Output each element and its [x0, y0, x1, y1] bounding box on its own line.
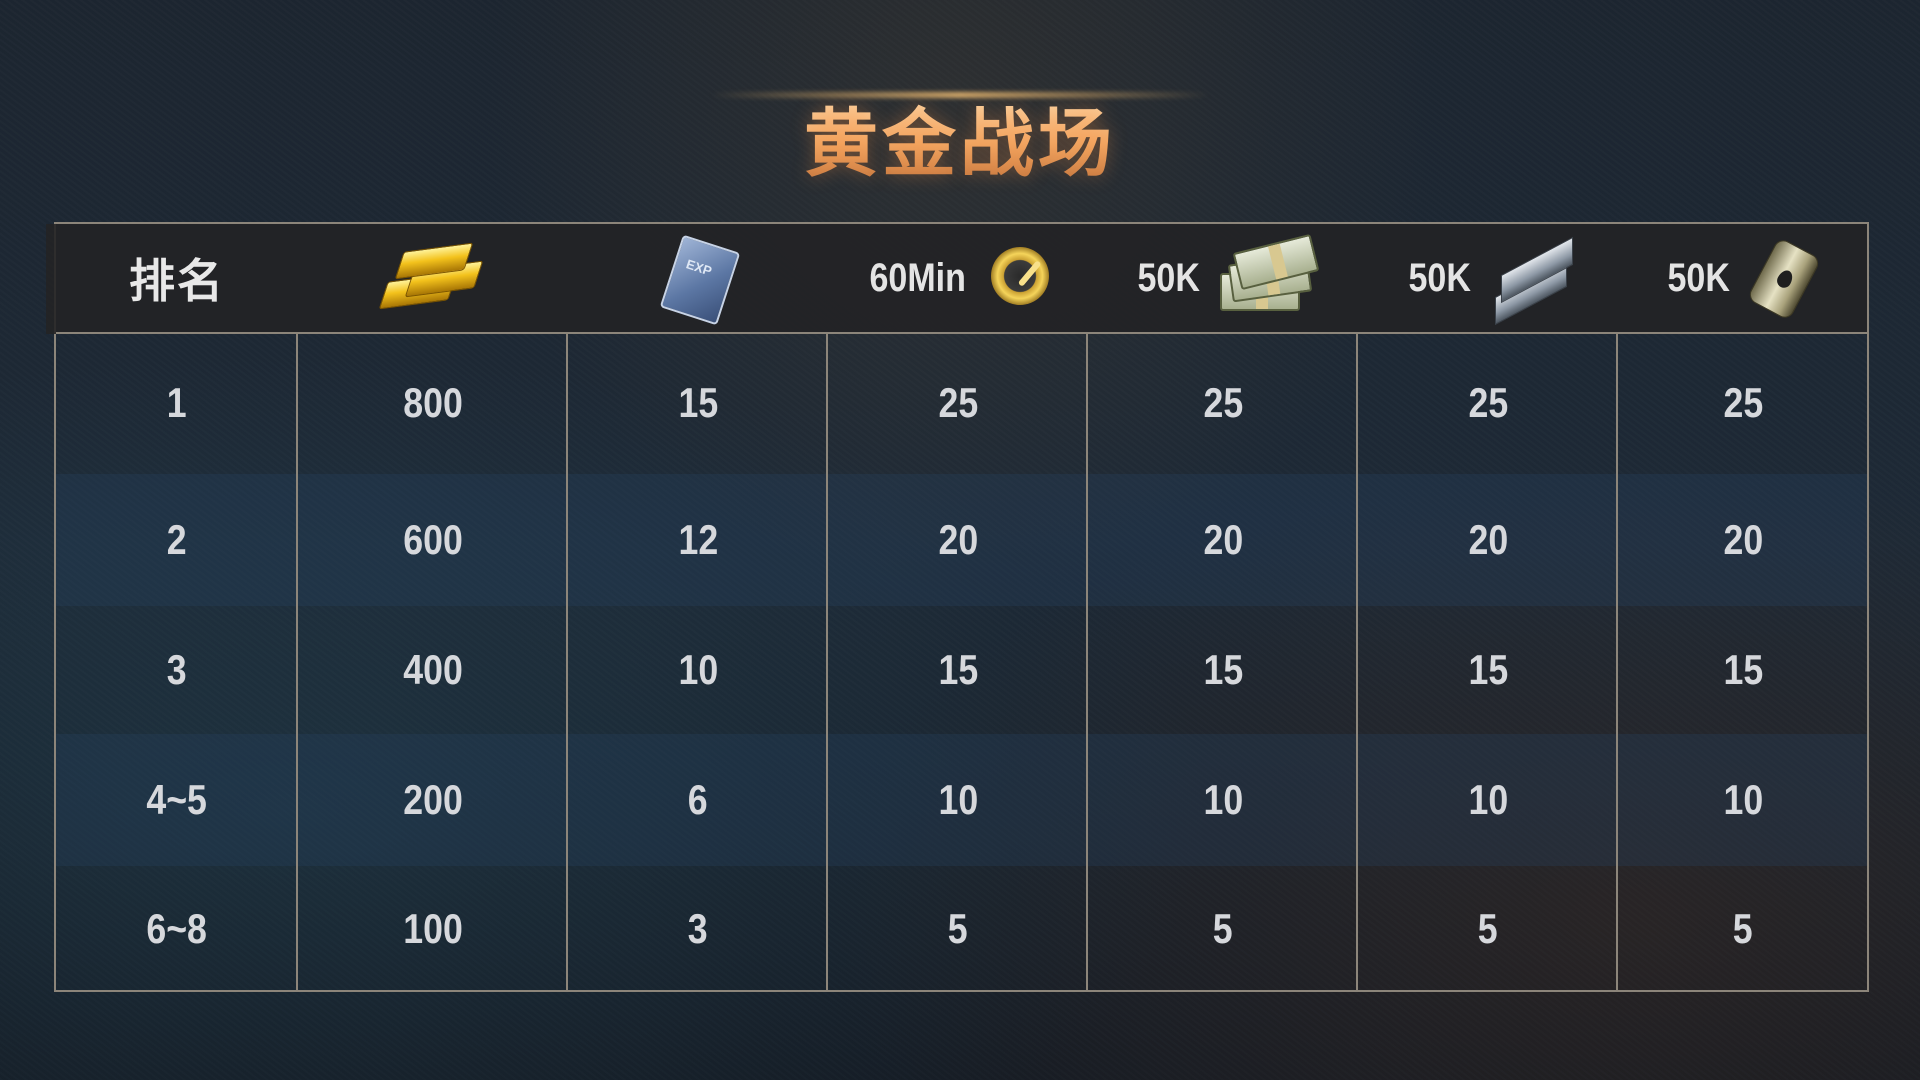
header-oil-label: 50K	[1667, 255, 1731, 300]
steel-cell: 20	[1468, 516, 1508, 563]
header-steel-label: 50K	[1408, 255, 1472, 300]
gold-cell: 400	[403, 646, 463, 693]
page-title: 黄金战场	[804, 84, 1116, 191]
exp-cell: 10	[678, 646, 718, 693]
gold-cell: 200	[403, 776, 463, 823]
column-divider	[566, 332, 568, 992]
table-row: 4~5 200 6 10 10 10 10	[56, 734, 1867, 866]
exp-cell: 3	[688, 905, 708, 952]
column-divider	[1356, 332, 1358, 992]
header-cash: 50K	[1088, 224, 1358, 332]
steel-cell: 5	[1478, 905, 1498, 952]
steel-cell: 25	[1468, 379, 1508, 426]
title-area: 黄金战场	[0, 70, 1920, 187]
cash-cell: 15	[1203, 646, 1243, 693]
cash-stack-icon	[1219, 233, 1320, 317]
table-row: 1 800 15 25 25 25 25	[56, 332, 1867, 474]
gold-cell: 100	[403, 905, 463, 952]
table-row: 6~8 100 3 5 5 5 5	[56, 866, 1867, 992]
oil-barrel-icon	[1746, 236, 1824, 322]
gold-cell: 600	[403, 516, 463, 563]
exp-cell: 15	[678, 379, 718, 426]
boost-cell: 25	[938, 379, 978, 426]
table-row: 3 400 10 15 15 15 15	[56, 606, 1867, 734]
cash-cell: 20	[1203, 516, 1243, 563]
cash-cell: 25	[1203, 379, 1243, 426]
header-rank-label: 排名	[129, 254, 225, 308]
column-divider	[826, 332, 828, 992]
header-steel: 50K	[1358, 224, 1618, 332]
boost-cell: 20	[938, 516, 978, 563]
table-header: 排名 EXP 60Min 50K 50K 50K	[56, 224, 1867, 334]
boost-cell: 15	[938, 646, 978, 693]
rank-cell: 3	[167, 646, 187, 693]
column-divider	[1086, 332, 1088, 992]
reward-table: 排名 EXP 60Min 50K 50K 50K 1 800 15 25 25 …	[54, 222, 1869, 992]
exp-cell: 6	[688, 776, 708, 823]
oil-cell: 25	[1723, 379, 1763, 426]
gold-bars-icon	[377, 241, 489, 315]
cash-cell: 5	[1213, 905, 1233, 952]
column-divider	[296, 332, 298, 992]
header-cash-label: 50K	[1137, 255, 1201, 300]
gold-cell: 800	[403, 379, 463, 426]
exp-cell: 12	[678, 516, 718, 563]
header-rank: 排名	[56, 224, 298, 332]
header-exp: EXP	[568, 224, 828, 332]
oil-cell: 15	[1723, 646, 1763, 693]
reward-screen: 黄金战场 排名 EXP 60Min 50K 50K 50K 1 800 15 2…	[0, 0, 1920, 1080]
rank-cell: 4~5	[146, 776, 208, 823]
table-body: 1 800 15 25 25 25 25 2 600 12 20 20 20 2…	[56, 332, 1867, 992]
boost-cell: 10	[938, 776, 978, 823]
rank-cell: 2	[167, 516, 187, 563]
table-row: 2 600 12 20 20 20 20	[56, 474, 1867, 606]
header-boost: 60Min	[828, 224, 1088, 332]
exp-book-icon: EXP	[659, 234, 741, 326]
header-gold	[298, 224, 568, 332]
header-boost-label: 60Min	[869, 255, 967, 300]
steel-cell: 10	[1468, 776, 1508, 823]
steel-cell: 15	[1468, 646, 1508, 693]
rank-cell: 1	[167, 379, 187, 426]
header-oil: 50K	[1618, 224, 1868, 332]
oil-cell: 5	[1733, 905, 1753, 952]
oil-cell: 10	[1723, 776, 1763, 823]
boost-cell: 5	[948, 905, 968, 952]
oil-cell: 20	[1723, 516, 1763, 563]
column-divider	[1616, 332, 1618, 992]
boost-gauge-icon	[989, 245, 1055, 311]
steel-beam-icon	[1491, 236, 1573, 326]
rank-cell: 6~8	[146, 905, 208, 952]
cash-cell: 10	[1203, 776, 1243, 823]
